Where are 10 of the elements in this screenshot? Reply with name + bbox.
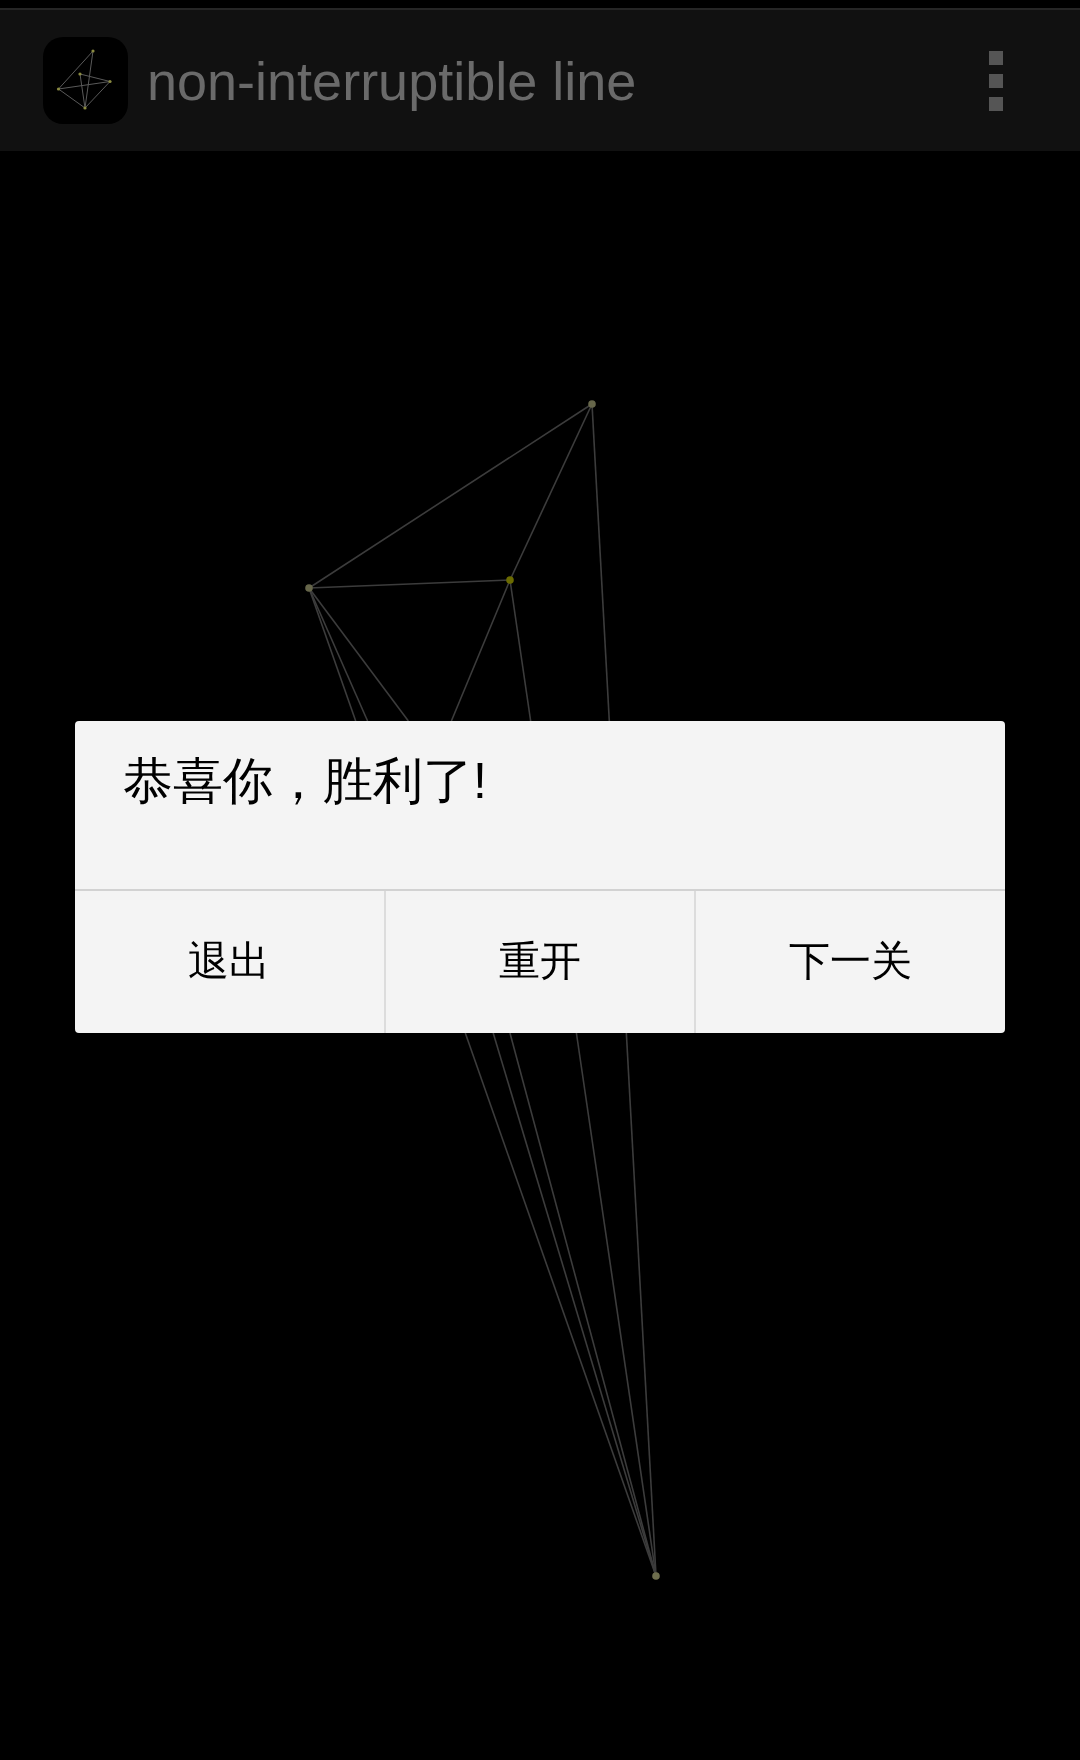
dialog-message: 恭喜你，胜利了! [123,753,487,809]
node-dot[interactable] [588,400,596,408]
node-dot[interactable] [305,584,313,592]
network-graph-icon [43,37,128,124]
node-dot[interactable] [506,576,514,584]
node-dot[interactable] [652,1572,660,1580]
dialog-button[interactable]: 重开 [383,891,695,1033]
dialog-button[interactable]: 下一关 [694,891,1005,1033]
more-options-icon [989,50,1003,111]
dialog-button[interactable]: 退出 [75,891,384,1033]
